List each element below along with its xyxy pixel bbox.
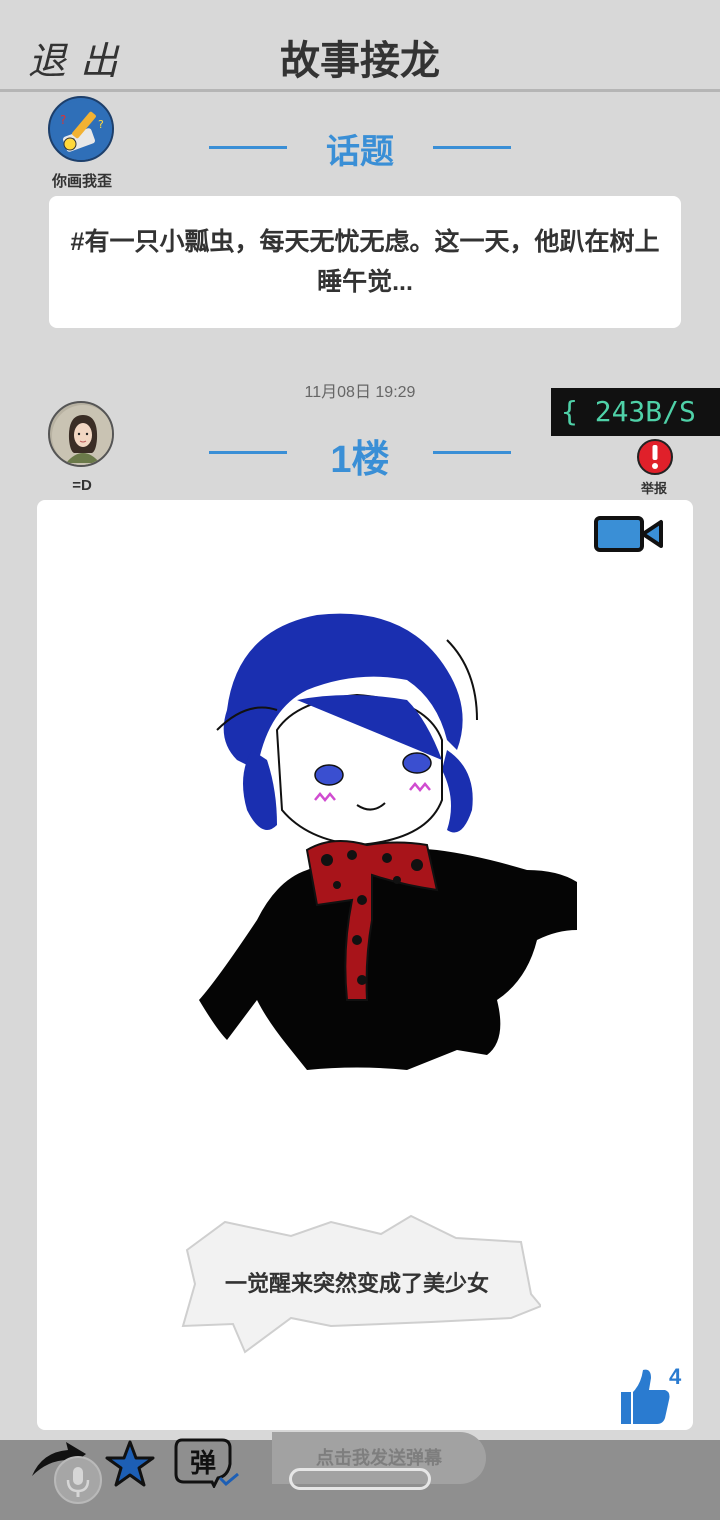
divider-left bbox=[209, 451, 287, 454]
danmaku-icon: 弹 bbox=[174, 1438, 239, 1490]
svg-text:?: ? bbox=[98, 118, 104, 131]
network-speed-indicator: { 243B/S bbox=[551, 388, 720, 436]
voice-input-button[interactable] bbox=[54, 1456, 102, 1504]
favorite-button[interactable] bbox=[104, 1440, 156, 1493]
topic-card: #有一只小瓢虫，每天无忧无虑。这一天，他趴在树上睡午觉... bbox=[49, 196, 681, 328]
floor-user-avatar[interactable] bbox=[48, 401, 114, 467]
topic-user-avatar[interactable]: ? ? bbox=[48, 96, 114, 162]
floor-user-name: =D bbox=[72, 477, 92, 494]
drawing-card: 一觉醒来突然变成了美少女 4 bbox=[37, 500, 693, 1430]
video-replay-button[interactable] bbox=[593, 514, 665, 559]
bottom-action-bar: 弹 点击我发送弹幕 bbox=[0, 1432, 720, 1520]
topic-user-name: 你画我歪 bbox=[51, 173, 112, 190]
report-exclamation-icon bbox=[637, 439, 673, 475]
svg-text:弹: 弹 bbox=[190, 1449, 216, 1479]
floor-heading: 1楼 bbox=[330, 439, 390, 481]
svg-text:?: ? bbox=[60, 113, 66, 127]
like-button[interactable] bbox=[615, 1366, 671, 1433]
star-icon bbox=[105, 1440, 155, 1487]
girl-avatar-icon bbox=[52, 405, 112, 465]
danmaku-toggle-button[interactable]: 弹 bbox=[172, 1434, 244, 1493]
home-indicator[interactable] bbox=[289, 1468, 431, 1490]
topic-text: #有一只小瓢虫，每天无忧无虑。这一天，他趴在树上睡午觉... bbox=[70, 228, 660, 296]
video-camera-icon bbox=[594, 516, 663, 552]
report-button[interactable] bbox=[634, 436, 676, 483]
caption-text: 一觉醒来突然变成了美少女 bbox=[224, 1271, 489, 1296]
divider-right bbox=[433, 451, 511, 454]
divider-right bbox=[433, 146, 511, 149]
user-drawing bbox=[199, 613, 577, 1070]
microphone-icon bbox=[66, 1467, 90, 1497]
header-bar: 退出 故事接龙 bbox=[0, 0, 720, 92]
report-label: 举报 bbox=[640, 481, 667, 496]
divider-left bbox=[209, 146, 287, 149]
pencil-app-icon: ? ? bbox=[52, 100, 112, 160]
thumbs-up-icon bbox=[621, 1369, 670, 1424]
like-count: 4 bbox=[669, 1364, 682, 1389]
topic-heading: 话题 bbox=[326, 133, 394, 171]
page-title: 故事接龙 bbox=[280, 39, 440, 83]
